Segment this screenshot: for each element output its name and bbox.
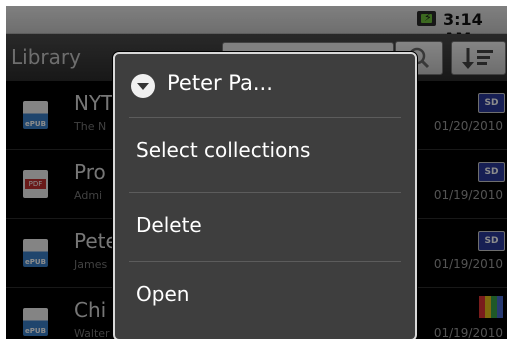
context-menu-header: Peter Pa... [115,54,415,116]
android-screen: ⚡ 3:14 AM Library ePUB NYT The N [6,6,507,339]
context-menu: Peter Pa... Select collections Delete Op… [113,52,417,339]
open-item[interactable]: Open [115,262,415,330]
menu-item-label: Open [136,282,190,306]
select-collections-item[interactable]: Select collections [115,118,415,186]
delete-item[interactable]: Delete [115,193,415,261]
dropdown-icon [131,74,155,98]
menu-item-label: Select collections [136,138,311,162]
context-menu-title: Peter Pa... [167,71,273,95]
menu-item-label: Delete [136,213,202,237]
